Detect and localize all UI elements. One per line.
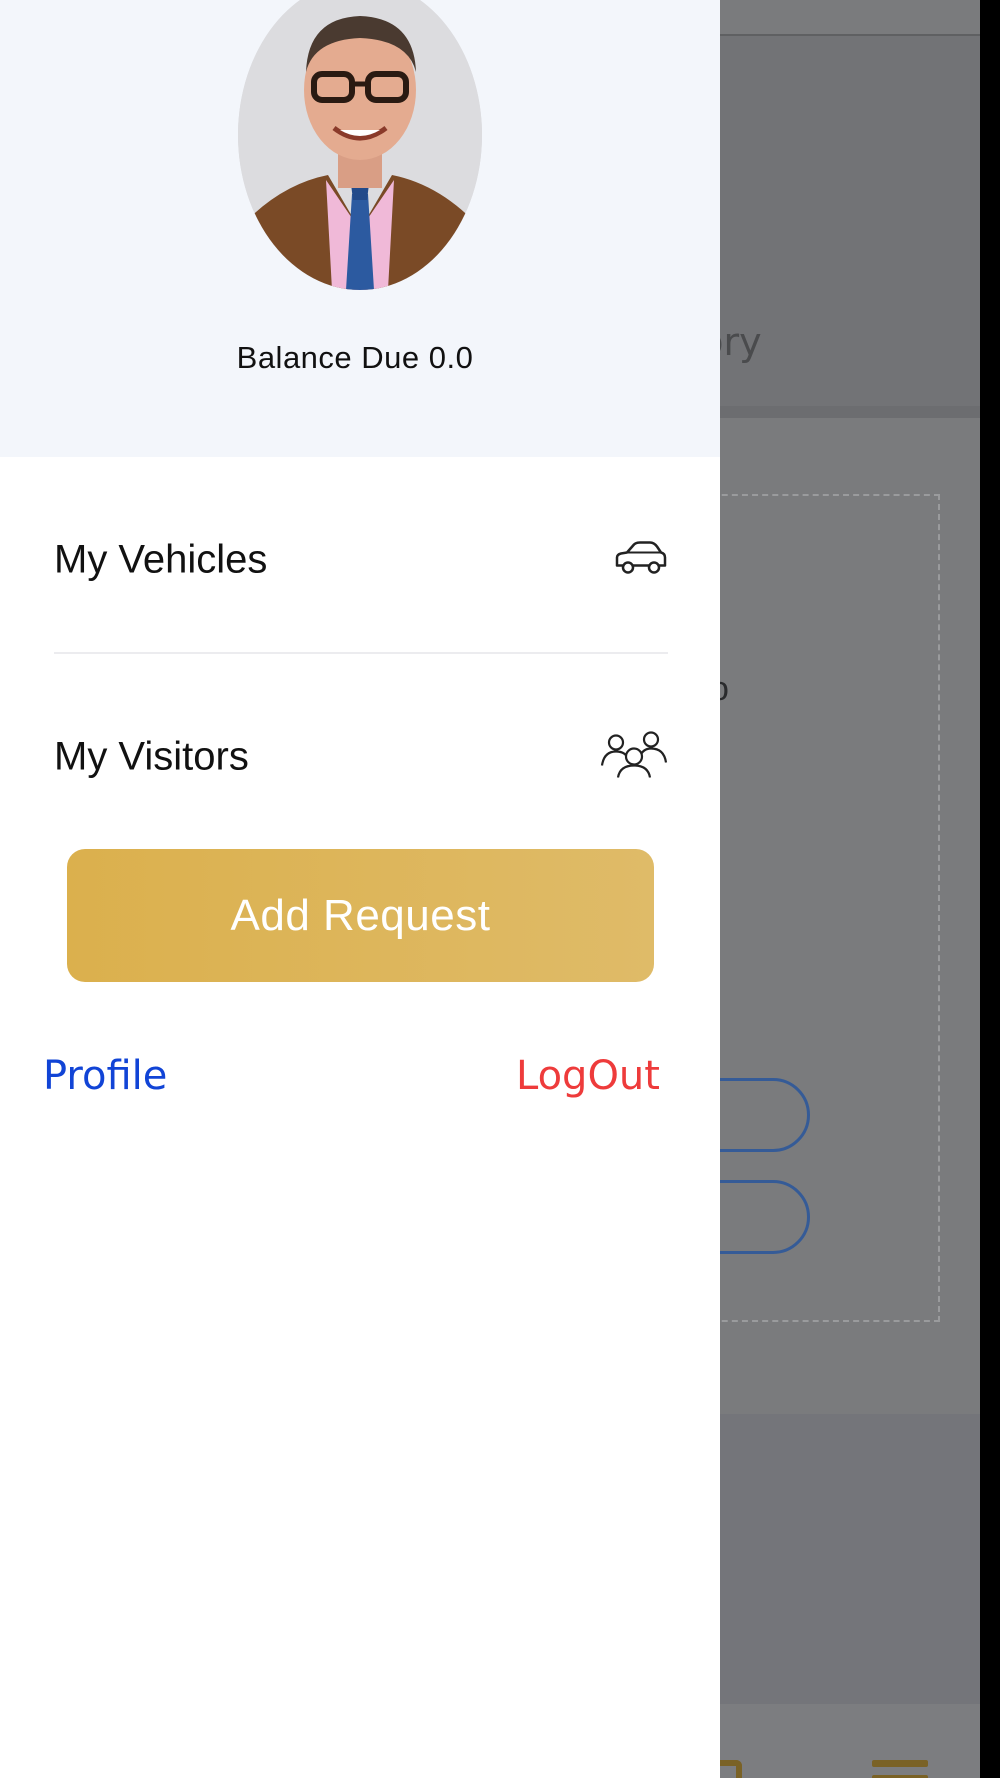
menu-item-my-visitors[interactable]: My Visitors (54, 717, 668, 797)
screen-edge (980, 0, 1000, 1778)
menu-item-my-vehicles[interactable]: My Vehicles (54, 520, 668, 600)
drawer-header: Balance Due 0.0 (0, 0, 720, 457)
car-icon (614, 540, 668, 581)
avatar[interactable] (238, 0, 482, 290)
menu-divider (54, 652, 668, 654)
app-screen: nts history o (0, 0, 1000, 1778)
hamburger-menu-icon (872, 1760, 928, 1778)
side-drawer: Balance Due 0.0 My Vehicles My Visitors (0, 0, 720, 1778)
add-request-button[interactable]: Add Request (67, 849, 654, 982)
menu-item-label: My Visitors (54, 734, 249, 779)
avatar-photo (238, 0, 482, 290)
group-icon (600, 730, 668, 785)
balance-due-text: Balance Due 0.0 (236, 340, 474, 375)
logout-link[interactable]: LogOut (516, 1053, 660, 1099)
profile-link[interactable]: Profile (43, 1053, 167, 1099)
menu-item-label: My Vehicles (54, 537, 268, 582)
